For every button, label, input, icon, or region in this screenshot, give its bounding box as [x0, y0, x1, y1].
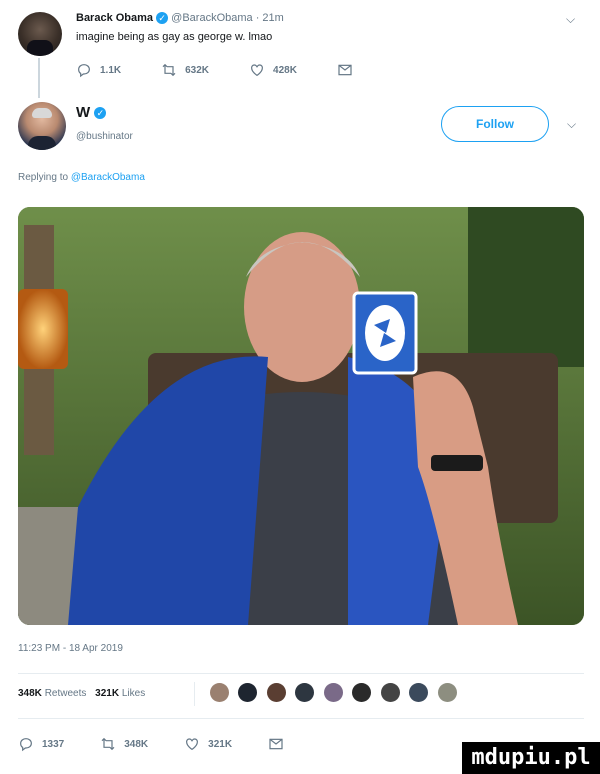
- bush-name[interactable]: W: [76, 104, 90, 121]
- chevron-down-icon[interactable]: ⌵: [567, 117, 576, 132]
- message-button[interactable]: [268, 736, 284, 752]
- liker-avatar[interactable]: [409, 683, 429, 702]
- liker-avatar[interactable]: [323, 683, 343, 702]
- obama-handle-time: @BarackObama · 21m: [171, 12, 284, 24]
- follow-button[interactable]: Follow: [441, 106, 549, 142]
- liker-avatar[interactable]: [380, 683, 400, 702]
- retweet-button[interactable]: 348K: [100, 736, 148, 752]
- obama-tweet-text: imagine being as gay as george w. lmao: [76, 31, 273, 43]
- obama-action-bar: 1.1K 632K 428K: [76, 62, 353, 78]
- retweets-label[interactable]: Retweets: [45, 688, 87, 699]
- thread-line: [38, 58, 40, 98]
- watermark: mdupiu.pl: [462, 742, 600, 774]
- chevron-down-icon[interactable]: ⌵: [566, 12, 575, 27]
- like-button[interactable]: 321K: [184, 736, 232, 752]
- verified-badge-icon: ✓: [94, 107, 107, 120]
- stats-separator: [194, 682, 195, 706]
- liker-avatar[interactable]: [437, 683, 457, 702]
- retweet-count: 348K: [124, 738, 149, 750]
- verified-badge-icon: ✓: [156, 12, 169, 25]
- liker-avatar[interactable]: [238, 683, 258, 702]
- liker-avatars: [210, 683, 462, 707]
- divider-bottom: [18, 718, 584, 719]
- main-action-bar: 1337 348K 321K: [18, 736, 284, 752]
- reply-button[interactable]: 1.1K: [76, 62, 121, 78]
- replying-prefix: Replying to: [18, 172, 71, 183]
- likes-count[interactable]: 321K: [95, 688, 119, 699]
- likes-label[interactable]: Likes: [122, 688, 145, 699]
- bush-avatar[interactable]: [18, 102, 66, 150]
- liker-avatar[interactable]: [266, 683, 286, 702]
- retweet-count: 632K: [185, 64, 210, 76]
- like-button[interactable]: 428K: [249, 62, 297, 78]
- envelope-icon: [269, 738, 283, 750]
- like-count: 428K: [273, 64, 297, 76]
- obama-header: Barack Obama ✓ @BarackObama · 21m: [76, 12, 284, 25]
- reply-icon: [20, 738, 32, 752]
- bush-handle[interactable]: @bushinator: [76, 131, 133, 142]
- liker-avatar[interactable]: [352, 683, 372, 702]
- engagement-stats: 348K Retweets 321K Likes: [18, 688, 145, 699]
- heart-icon: [186, 738, 199, 751]
- replying-to: Replying to @BarackObama: [18, 172, 145, 183]
- heart-icon: [251, 64, 263, 77]
- tweet-timestamp: 11:23 PM - 18 Apr 2019: [18, 643, 123, 654]
- divider-top: [18, 673, 584, 674]
- bush-header: W ✓: [76, 104, 107, 121]
- liker-avatar[interactable]: [210, 683, 229, 702]
- reply-count: 1.1K: [100, 64, 122, 76]
- retweet-icon: [101, 737, 115, 751]
- photo-scene: [18, 207, 584, 625]
- liker-avatar[interactable]: [295, 683, 315, 702]
- obama-avatar[interactable]: [18, 12, 62, 56]
- envelope-icon: [338, 64, 352, 76]
- tweet-photo[interactable]: [18, 207, 584, 625]
- like-count: 321K: [208, 738, 233, 750]
- reply-icon: [78, 64, 90, 78]
- reply-count: 1337: [42, 738, 65, 750]
- obama-name[interactable]: Barack Obama: [76, 12, 153, 24]
- lantern: [18, 289, 68, 369]
- retweet-button[interactable]: 632K: [161, 62, 209, 78]
- replying-to-link[interactable]: @BarackObama: [71, 172, 145, 183]
- retweet-icon: [162, 63, 176, 77]
- retweets-count[interactable]: 348K: [18, 688, 42, 699]
- wristwatch: [431, 455, 483, 471]
- message-button[interactable]: [337, 62, 353, 78]
- reply-button[interactable]: 1337: [18, 736, 64, 752]
